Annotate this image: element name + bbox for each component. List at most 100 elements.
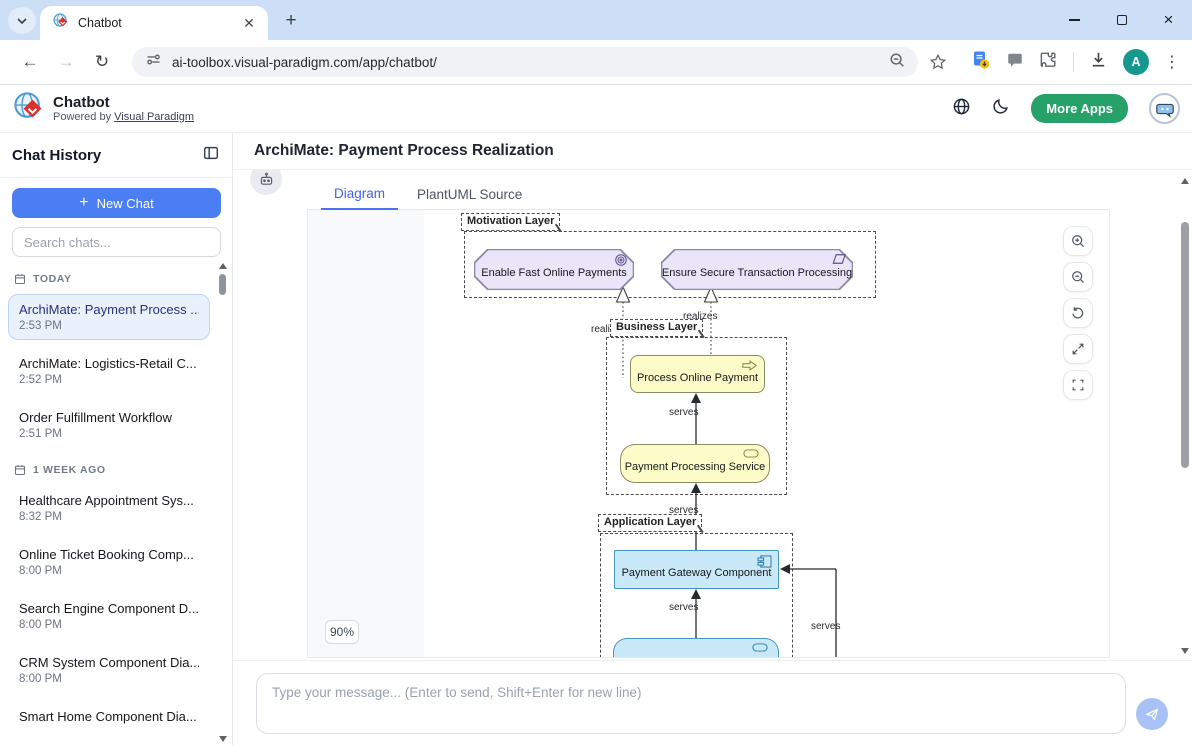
chat-list-item[interactable]: Order Fulfillment Workflow 2:51 PM — [8, 402, 210, 448]
message-composer — [233, 660, 1192, 745]
robot-icon — [260, 172, 272, 185]
reload-icon[interactable]: ↻ — [90, 50, 114, 74]
reset-zoom-button[interactable] — [1063, 298, 1093, 328]
plus-icon: + — [79, 194, 89, 211]
url-text[interactable]: ai-toolbox.visual-paradigm.com/app/chatb… — [172, 55, 888, 70]
chat-scrollbar[interactable] — [1179, 172, 1191, 658]
diagram-message-card: Diagram PlantUML Source Motivation Layer… — [307, 180, 1110, 658]
goal-element: Enable Fast Online Payments — [474, 249, 634, 290]
diagram-toolbar — [1063, 226, 1093, 400]
component-icon — [757, 555, 772, 571]
tab-diagram[interactable]: Diagram — [321, 186, 399, 210]
favicon-visual-paradigm-icon — [53, 12, 69, 34]
more-apps-button[interactable]: More Apps — [1031, 94, 1128, 123]
relation-label-serves: serves — [669, 602, 699, 613]
scroll-up-icon[interactable] — [1181, 178, 1189, 184]
relation-label-serves: serves — [669, 407, 699, 418]
send-plane-icon — [1146, 708, 1159, 721]
window-close-button[interactable]: × — [1145, 0, 1192, 40]
conversation-title: ArchiMate: Payment Process Realization — [254, 142, 554, 159]
chat-list-item[interactable]: Online Ticket Booking Comp... 8:00 PM — [8, 539, 210, 585]
powered-by: Powered by Visual Paradigm — [53, 111, 195, 123]
browser-tabstrip: Chatbot ✕ + × — [0, 0, 1192, 40]
window-minimize-button[interactable] — [1051, 0, 1098, 40]
application-layer-label: Application Layer — [598, 514, 704, 533]
business-service-element: Payment Processing Service — [620, 444, 770, 483]
business-process-icon — [742, 360, 758, 374]
scroll-up-icon[interactable] — [219, 263, 227, 269]
scrollbar-thumb[interactable] — [219, 274, 226, 295]
diagram-viewport[interactable]: Motivation Layer Business Layer Applicat… — [307, 210, 1110, 658]
back-icon[interactable]: ← — [18, 50, 42, 74]
sidebar-scrollbar[interactable] — [217, 263, 229, 744]
app-title: Chatbot — [53, 94, 110, 111]
new-chat-button[interactable]: + New Chat — [12, 188, 221, 218]
scrollbar-thumb[interactable] — [1181, 222, 1189, 468]
chat-list-item[interactable]: Smart Home Component Dia... — [8, 701, 210, 735]
dark-mode-moon-icon[interactable] — [992, 97, 1010, 120]
zoom-out-page-icon[interactable] — [888, 51, 906, 74]
forward-icon[interactable]: → — [54, 50, 78, 74]
address-bar[interactable]: ai-toolbox.visual-paradigm.com/app/chatb… — [132, 47, 918, 77]
business-process-element: Process Online Payment — [630, 355, 765, 393]
tab-close-icon[interactable]: ✕ — [240, 14, 258, 32]
application-service-icon — [752, 643, 768, 655]
message-input[interactable] — [256, 673, 1126, 734]
visual-paradigm-logo — [14, 91, 44, 126]
application-service-element-partial — [613, 638, 779, 657]
motivation-layer-label: Motivation Layer — [461, 213, 563, 232]
language-globe-icon[interactable] — [952, 97, 971, 121]
business-service-icon — [743, 449, 759, 461]
calendar-icon — [14, 274, 26, 285]
browser-urlbar: ← → ↻ ai-toolbox.visual-paradigm.com/app… — [0, 40, 1192, 85]
browser-tab[interactable]: Chatbot ✕ — [40, 6, 268, 40]
tab-search-chevron-icon[interactable] — [8, 7, 36, 34]
calendar-icon — [14, 465, 26, 476]
zoom-in-button[interactable] — [1063, 226, 1093, 256]
app-header: Chatbot Powered by Visual Paradigm More … — [0, 85, 1192, 133]
browser-window: Chatbot ✕ + × ← → ↻ ai-toolbox.visual-pa… — [0, 0, 1192, 745]
toolbar-divider — [1073, 52, 1074, 72]
business-layer-label: Business Layer — [610, 319, 706, 338]
zoom-level-badge: 90% — [325, 620, 359, 644]
fit-expand-button[interactable] — [1063, 334, 1093, 364]
chat-list-item[interactable]: ArchiMate: Logistics-Retail C... 2:52 PM — [8, 348, 210, 394]
send-button[interactable] — [1136, 698, 1168, 730]
chat-history-sidebar: Chat History +New Chat TODAY ArchiMate: … — [0, 133, 233, 745]
downloads-icon[interactable] — [1089, 50, 1108, 74]
chat-group-label-week: 1 WEEK AGO — [14, 464, 232, 476]
outcome-element: Ensure Secure Transaction Processing — [661, 249, 853, 290]
chat-list-item[interactable]: CRM System Component Dia... 8:00 PM — [8, 647, 210, 693]
fullscreen-button[interactable] — [1063, 370, 1093, 400]
chat-messages-region: Diagram PlantUML Source Motivation Layer… — [233, 170, 1192, 660]
sidebar-title: Chat History — [12, 146, 102, 164]
assistant-avatar — [250, 170, 282, 195]
chatbot-avatar-icon[interactable] — [1149, 93, 1180, 124]
browser-menu-icon[interactable]: ⋮ — [1164, 52, 1180, 72]
search-chats-input[interactable] — [12, 227, 221, 257]
chat-list-item[interactable]: Healthcare Appointment Sys... 8:32 PM — [8, 485, 210, 531]
extensions-puzzle-icon[interactable] — [1039, 50, 1058, 74]
new-tab-button[interactable]: + — [279, 9, 303, 33]
application-component-element: Payment Gateway Component — [614, 550, 779, 589]
collapse-sidebar-icon[interactable] — [202, 144, 220, 167]
chat-group-label-today: TODAY — [14, 273, 232, 285]
diagram-tabs: Diagram PlantUML Source — [307, 180, 1110, 210]
tab-plantuml-source[interactable]: PlantUML Source — [404, 187, 535, 209]
tab-title: Chatbot — [78, 16, 122, 30]
zoom-out-button[interactable] — [1063, 262, 1093, 292]
chat-content: ArchiMate: Payment Process Realization D… — [233, 133, 1192, 745]
bookmark-star-icon[interactable] — [926, 50, 950, 74]
relation-label-serves: serves — [811, 621, 841, 632]
scroll-down-icon[interactable] — [1180, 648, 1189, 654]
site-settings-icon[interactable] — [145, 51, 162, 73]
archimate-diagram-canvas: Motivation Layer Business Layer Applicat… — [424, 210, 1109, 657]
window-maximize-button[interactable] — [1098, 0, 1145, 40]
comment-extension-icon[interactable] — [1006, 51, 1024, 74]
profile-avatar[interactable]: A — [1123, 49, 1149, 75]
translate-extension-icon[interactable] — [971, 50, 991, 75]
chat-list-item[interactable]: ArchiMate: Payment Process ... 2:53 PM — [8, 294, 210, 340]
chat-list-item[interactable]: Search Engine Component D... 8:00 PM — [8, 593, 210, 639]
visual-paradigm-link[interactable]: Visual Paradigm — [114, 111, 194, 123]
scroll-down-icon[interactable] — [218, 736, 227, 742]
